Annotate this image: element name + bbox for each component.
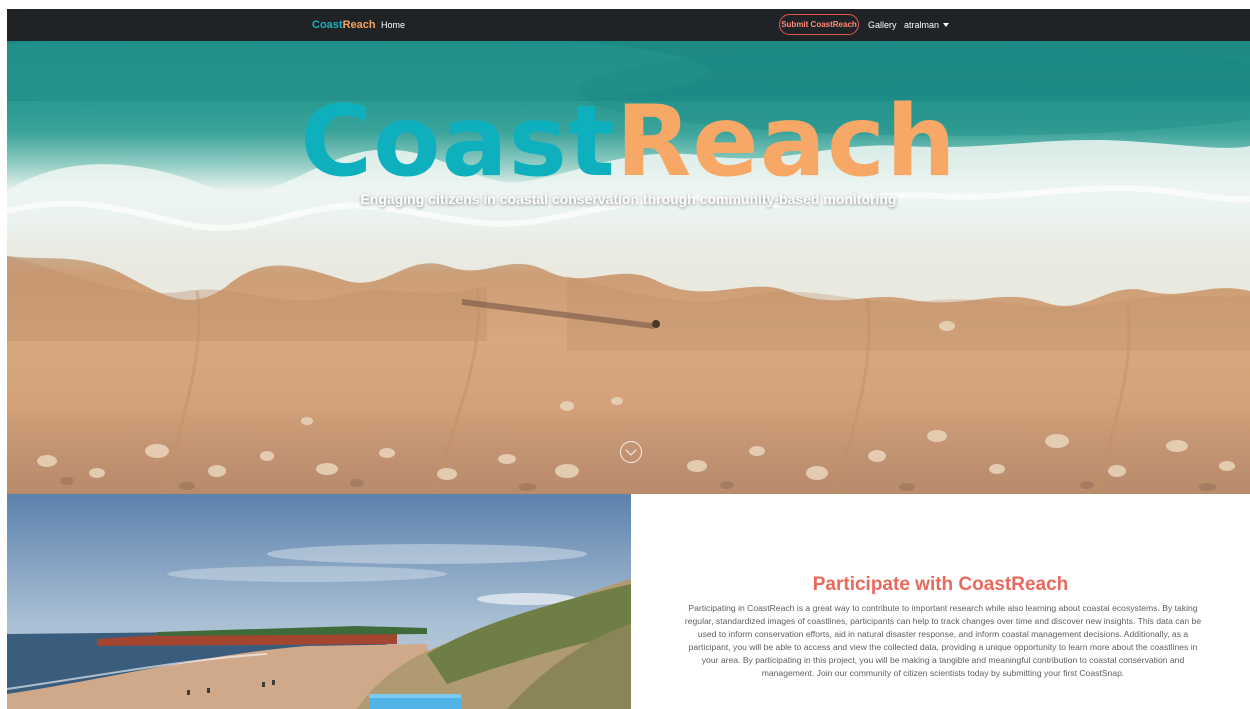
- hero-banner: CoastReach Engaging citizens in coastal …: [7, 41, 1250, 494]
- hero-title: CoastReach: [7, 85, 1250, 199]
- brand-logo[interactable]: CoastReach: [312, 19, 376, 31]
- participate-section: Participate with CoastReach Participatin…: [631, 494, 1250, 709]
- scroll-down-icon[interactable]: [620, 441, 642, 463]
- submit-coastreach-button[interactable]: Submit CoastReach: [779, 14, 859, 35]
- top-navbar: CoastReach Home Submit CoastReach Galler…: [7, 9, 1250, 41]
- hero-title-reach: Reach: [615, 85, 957, 199]
- brand-coast: Coast: [312, 19, 343, 31]
- hero-title-coast: Coast: [300, 85, 616, 199]
- beach-photo: [7, 494, 631, 709]
- caret-down-icon: [943, 23, 950, 27]
- user-menu-dropdown[interactable]: atralman: [904, 20, 950, 30]
- nav-gallery-link[interactable]: Gallery: [868, 20, 897, 30]
- brand-reach: Reach: [342, 19, 376, 31]
- hero-subtitle: Engaging citizens in coastal conservatio…: [360, 191, 897, 207]
- nav-home-link[interactable]: Home: [381, 20, 405, 30]
- user-name: atralman: [904, 20, 940, 30]
- participate-description: Participating in CoastReach is a great w…: [684, 603, 1202, 678]
- participate-heading: Participate with CoastReach: [812, 574, 1069, 595]
